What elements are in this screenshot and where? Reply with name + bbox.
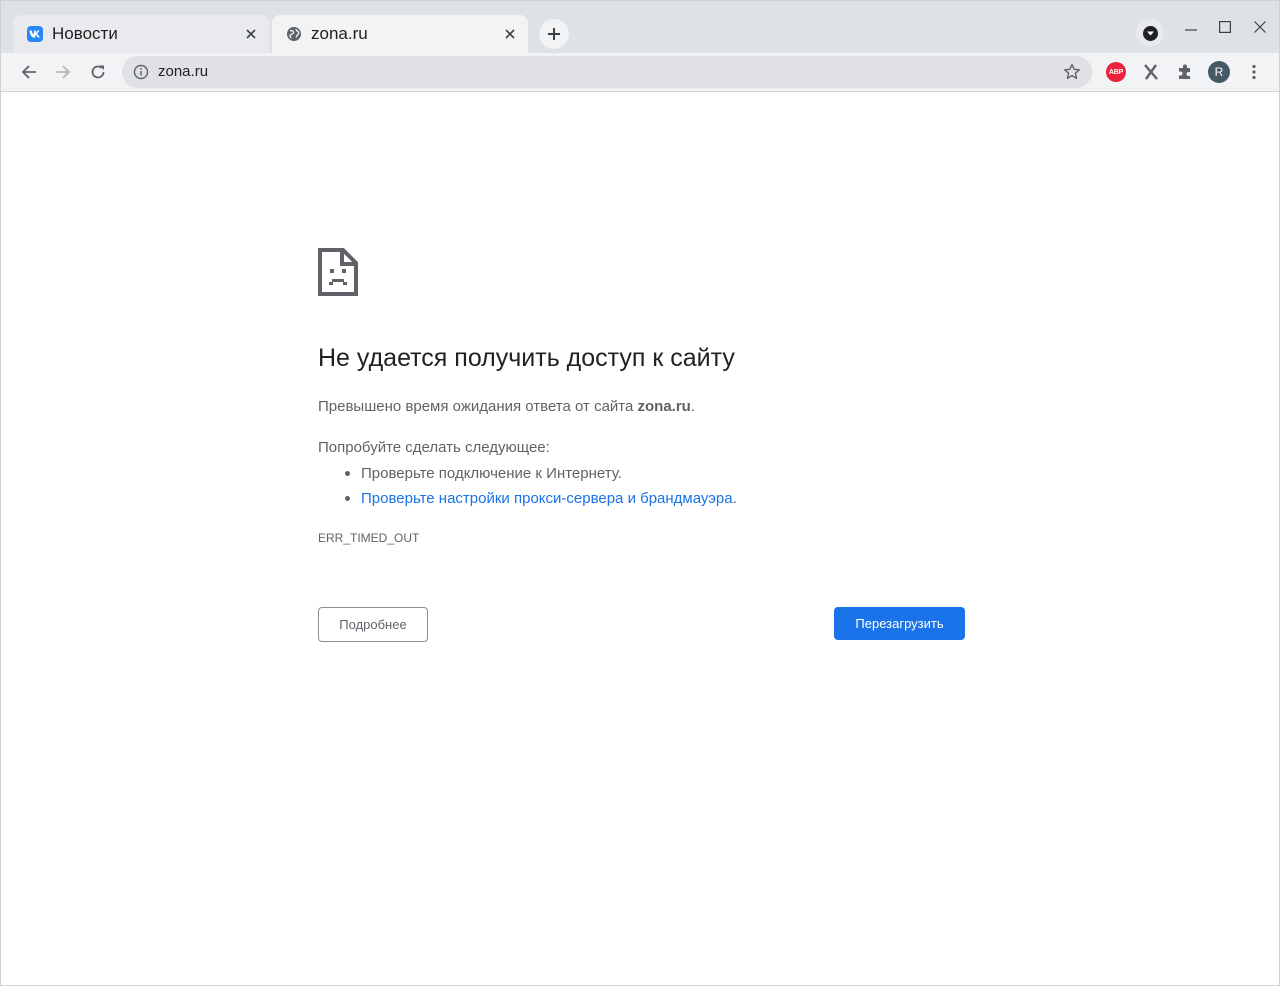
proxy-settings-link[interactable]: Проверьте настройки прокси-сервера и бра… — [361, 490, 733, 507]
reload-page-button[interactable]: Перезагрузить — [834, 607, 965, 640]
chevron-down-icon — [1142, 25, 1158, 41]
sad-page-icon — [318, 248, 358, 296]
star-bookmark-icon[interactable] — [1062, 62, 1082, 82]
avatar: R — [1208, 61, 1230, 83]
omnibox[interactable]: zona.ru — [122, 56, 1092, 88]
suggestion-text: Проверьте подключение к Интернету. — [361, 465, 622, 482]
new-tab-button[interactable] — [539, 19, 569, 49]
minimize-button[interactable] — [1176, 15, 1206, 39]
url-text[interactable]: zona.ru — [158, 63, 208, 80]
x-extension-icon — [1144, 64, 1158, 80]
more-vert-icon — [1252, 64, 1256, 80]
extensions-button[interactable] — [1170, 57, 1200, 87]
adblock-plus-button[interactable]: ABP — [1101, 57, 1131, 87]
summary-host: zona.ru — [637, 398, 691, 415]
globe-icon — [286, 26, 302, 42]
suggestions-heading: Попробуйте сделать следующее: — [318, 439, 550, 456]
arrow-left-icon — [21, 65, 36, 79]
error-code: ERR_TIMED_OUT — [318, 531, 420, 545]
arrow-right-icon — [56, 65, 71, 79]
close-icon — [1254, 21, 1266, 33]
error-heading: Не удается получить доступ к сайту — [318, 344, 735, 372]
tab-novosti[interactable]: Новости — [13, 15, 269, 53]
summary-suffix: . — [690, 398, 696, 415]
tab-search-button[interactable] — [1136, 19, 1164, 47]
maximize-button[interactable] — [1210, 15, 1240, 39]
x-extension-button[interactable] — [1136, 57, 1166, 87]
forward-button[interactable] — [48, 57, 78, 87]
close-window-button[interactable] — [1245, 15, 1275, 39]
vk-icon — [27, 26, 43, 42]
suggestion-suffix: . — [732, 490, 737, 507]
suggestions-list: Проверьте подключение к Интернету. Прове… — [318, 461, 737, 511]
toolbar: zona.ru ABP R — [1, 53, 1279, 92]
summary-text: Превышено время ожидания ответа от сайта — [318, 398, 638, 415]
reload-icon — [91, 65, 105, 79]
page-content: Не удается получить доступ к сайту Превы… — [1, 92, 1279, 985]
browser-window: Новости zona.ru zona.ru ABP R Не удается… — [0, 0, 1280, 986]
maximize-icon — [1219, 21, 1231, 33]
menu-button[interactable] — [1239, 57, 1269, 87]
tab-strip: Новости zona.ru — [1, 1, 1279, 53]
error-summary: Превышено время ожидания ответа от сайта… — [318, 398, 695, 415]
suggestion-item: Проверьте подключение к Интернету. — [345, 461, 737, 486]
tab-title: zona.ru — [311, 24, 368, 43]
minimize-icon — [1185, 29, 1197, 31]
tab-close-icon[interactable] — [241, 24, 261, 44]
tab-zona[interactable]: zona.ru — [272, 15, 528, 53]
plus-icon — [548, 28, 560, 40]
back-button[interactable] — [14, 57, 44, 87]
tab-title: Новости — [52, 24, 118, 43]
profile-button[interactable]: R — [1204, 57, 1234, 87]
adblock-plus-icon: ABP — [1106, 62, 1126, 82]
tab-close-icon[interactable] — [500, 24, 520, 44]
suggestion-item: Проверьте настройки прокси-сервера и бра… — [345, 486, 737, 511]
details-button[interactable]: Подробнее — [318, 607, 428, 642]
puzzle-extensions-icon — [1179, 64, 1190, 79]
reload-button[interactable] — [83, 57, 113, 87]
info-icon[interactable] — [133, 64, 149, 80]
